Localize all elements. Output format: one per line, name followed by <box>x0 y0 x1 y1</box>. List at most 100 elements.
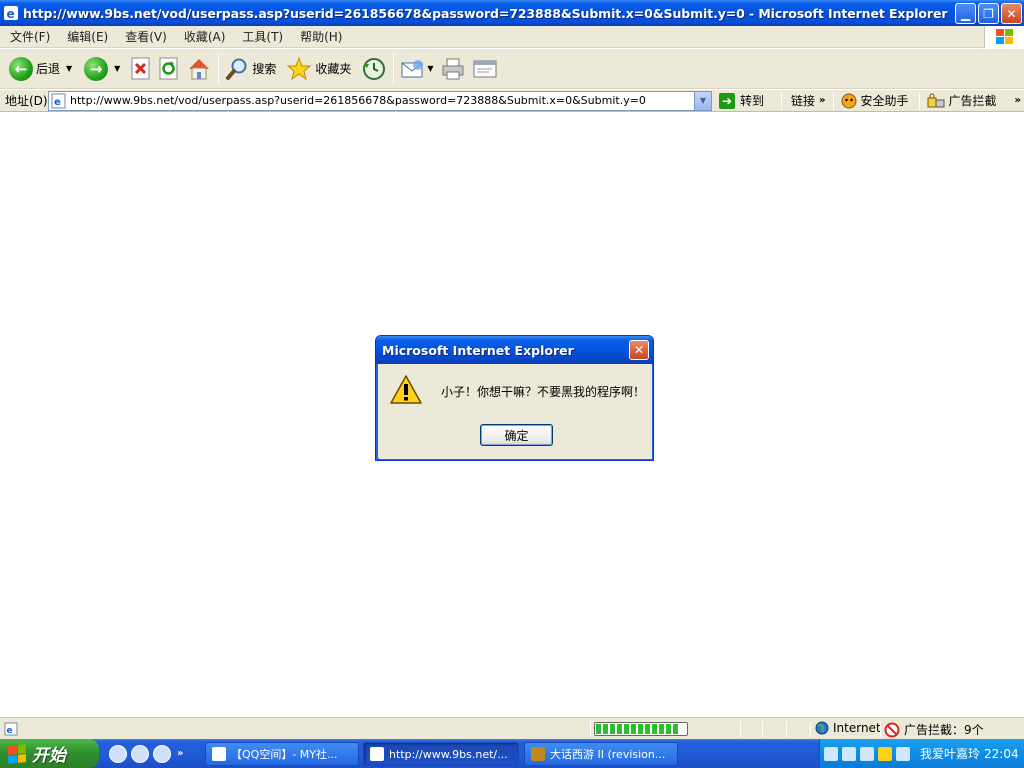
system-tray: 我爱叶嘉玲 22:04 <box>819 739 1024 768</box>
security-zone[interactable]: Internet <box>815 721 881 735</box>
taskbar-item-qq-zone[interactable]: 【QQ空间】- MY社... <box>205 742 359 766</box>
address-separator <box>832 91 834 110</box>
quick-launch-media-player-icon[interactable] <box>131 744 149 763</box>
loading-progress-bar <box>594 722 688 736</box>
windows-logo-icon <box>984 26 1024 48</box>
menu-favorites[interactable]: 收藏(A) <box>174 28 233 45</box>
zone-label: Internet <box>833 721 881 735</box>
menu-file[interactable]: 文件(F) <box>0 28 57 45</box>
menu-bar: 文件(F) 编辑(E) 查看(V) 收藏(A) 工具(T) 帮助(H) <box>0 26 1024 48</box>
taskbar-item-9bs[interactable]: http://www.9bs.net/... <box>363 742 519 766</box>
back-label: 后退 <box>36 62 61 76</box>
print-button[interactable] <box>437 52 469 86</box>
svg-text:e: e <box>54 97 61 108</box>
restore-button[interactable]: ❐ <box>978 3 999 24</box>
search-button[interactable]: 搜索 <box>222 52 279 86</box>
refresh-icon <box>159 57 178 79</box>
favorites-button[interactable]: 收藏夹 <box>283 52 354 86</box>
dialog-body: 小子！你想干嘛？不要黑我的程序啊！ 确定 <box>379 364 652 459</box>
progress-fill <box>596 724 679 734</box>
globe-icon <box>815 721 829 735</box>
qq-icon[interactable] <box>878 746 892 761</box>
toolbar-separator <box>393 53 395 84</box>
page-icon: e <box>51 93 67 109</box>
taskbar-item-game[interactable]: 大话西游 II (revision... <box>524 742 678 766</box>
status-bar: e Internet 广告拦截：9个 <box>0 717 1024 739</box>
edit-button[interactable] <box>469 52 501 86</box>
forward-button[interactable]: → ▼ <box>81 52 123 86</box>
status-separator <box>880 721 881 737</box>
mail-button[interactable]: ▼ <box>397 52 436 86</box>
tray-user-name: 我爱叶嘉玲 <box>920 747 981 761</box>
standard-toolbar: ← 后退 ▼ → ▼ 搜索 收藏夹 ▼ <box>0 49 1024 89</box>
window-title-bar[interactable]: e http://www.9bs.net/vod/userpass.asp?us… <box>0 0 1024 26</box>
keyboard-icon[interactable] <box>824 746 838 761</box>
quick-launch-messenger-icon[interactable] <box>109 744 127 763</box>
address-bar: 地址(D) e ▼ ➔ 转到 链接 » 安全助手 广告拦截 » <box>0 90 1024 112</box>
start-button[interactable]: 开始 <box>0 739 99 768</box>
ie-task-icon <box>212 747 226 761</box>
history-button[interactable] <box>358 52 390 86</box>
search-label: 搜索 <box>252 62 277 76</box>
home-icon <box>189 58 210 79</box>
svg-text:e: e <box>7 7 15 21</box>
back-dropdown-icon[interactable]: ▼ <box>66 64 72 73</box>
edit-page-icon <box>473 60 497 77</box>
menu-view[interactable]: 查看(V) <box>115 28 174 45</box>
minimize-button[interactable]: ▁ <box>955 3 976 24</box>
clock[interactable]: 22:04 <box>984 747 1019 761</box>
star-icon <box>286 56 312 80</box>
address-field[interactable]: e ▼ <box>48 90 712 111</box>
network-icon[interactable] <box>860 746 874 761</box>
stop-button[interactable] <box>127 52 155 86</box>
go-button[interactable]: ➔ 转到 <box>719 92 764 109</box>
task-label: 【QQ空间】- MY社... <box>231 748 338 761</box>
go-label: 转到 <box>740 94 765 108</box>
links-chevron-icon[interactable]: » <box>819 95 825 106</box>
refresh-button[interactable] <box>155 52 183 86</box>
ad-block-count: 广告拦截：9个 <box>904 723 984 737</box>
address-input[interactable] <box>70 94 690 107</box>
tray-arrow-icon[interactable] <box>842 746 856 761</box>
task-label: http://www.9bs.net/... <box>389 747 508 761</box>
volume-icon[interactable] <box>896 746 910 761</box>
dialog-title-bar[interactable]: Microsoft Internet Explorer <box>376 336 653 364</box>
ad-block-status[interactable]: 广告拦截：9个 <box>884 721 984 738</box>
search-icon <box>226 58 247 80</box>
start-label: 开始 <box>32 746 66 766</box>
mail-icon <box>401 59 424 77</box>
close-button[interactable]: ✕ <box>1001 3 1022 24</box>
ad-block-button[interactable]: 广告拦截 <box>949 92 997 109</box>
dialog-title: Microsoft Internet Explorer <box>382 342 574 358</box>
dialog-message: 小子！你想干嘛？不要黑我的程序啊！ <box>441 385 646 399</box>
warning-icon <box>390 375 422 404</box>
forward-arrow-icon: → <box>84 56 109 81</box>
links-button[interactable]: 链接 <box>791 92 815 109</box>
menu-help[interactable]: 帮助(H) <box>290 28 349 45</box>
quick-launch-ie-icon[interactable] <box>153 744 171 763</box>
mail-dropdown-icon[interactable]: ▼ <box>427 64 433 73</box>
menu-tools[interactable]: 工具(T) <box>232 28 290 45</box>
address-dropdown-icon[interactable]: ▼ <box>694 91 711 110</box>
printer-icon <box>442 58 464 79</box>
history-icon <box>363 57 386 80</box>
back-button[interactable]: ← 后退 ▼ <box>6 52 75 86</box>
home-button[interactable] <box>183 52 215 86</box>
ad-block-status-icon <box>884 722 900 737</box>
dialog-close-button[interactable]: ✕ <box>629 340 649 360</box>
status-page-icon: e <box>3 721 19 737</box>
forward-dropdown-icon[interactable]: ▼ <box>114 64 120 73</box>
quick-launch: » <box>109 744 183 763</box>
status-separator <box>810 721 811 737</box>
quick-launch-chevron-icon[interactable]: » <box>177 748 183 759</box>
back-arrow-icon: ← <box>9 56 33 81</box>
window-title: http://www.9bs.net/vod/userpass.asp?user… <box>23 5 948 21</box>
security-helper-button[interactable]: 安全助手 <box>861 92 909 109</box>
ok-button[interactable]: 确定 <box>480 424 553 446</box>
menu-edit[interactable]: 编辑(E) <box>57 28 115 45</box>
ie-task-icon <box>370 747 384 761</box>
task-label: 大话西游 II (revision... <box>550 748 666 761</box>
toolbar-chevron-icon[interactable]: » <box>1015 95 1021 106</box>
status-separator <box>786 721 787 737</box>
status-separator <box>590 721 591 737</box>
